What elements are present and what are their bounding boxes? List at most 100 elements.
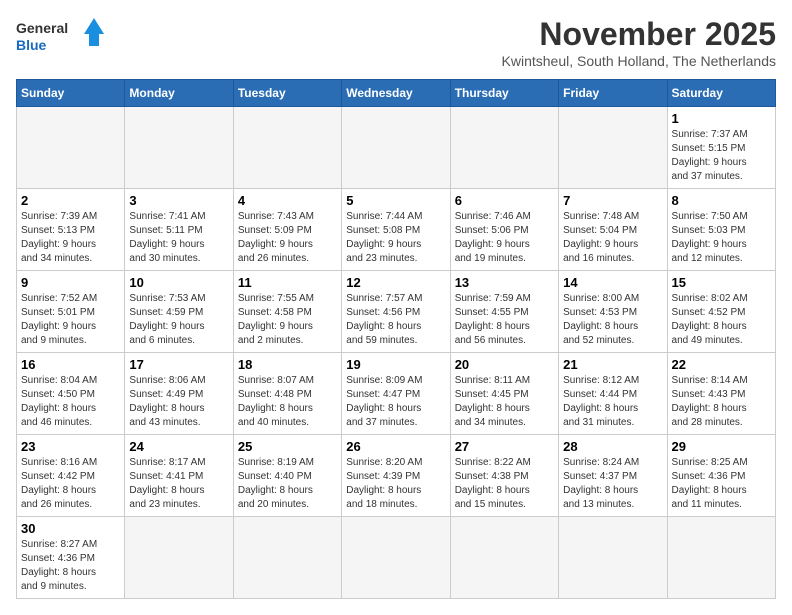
calendar-cell: 8Sunrise: 7:50 AM Sunset: 5:03 PM Daylig… [667,189,775,271]
day-number: 29 [672,439,771,454]
svg-text:General: General [16,20,68,36]
calendar-cell [342,517,450,599]
page-header: General Blue November 2025 Kwintsheul, S… [16,16,776,69]
day-number: 8 [672,193,771,208]
calendar-cell: 2Sunrise: 7:39 AM Sunset: 5:13 PM Daylig… [17,189,125,271]
day-info: Sunrise: 8:04 AM Sunset: 4:50 PM Dayligh… [21,374,120,430]
day-number: 17 [129,357,228,372]
weekday-header: Saturday [667,80,775,107]
calendar-week-row: 1 Sunrise: 7:37 AM Sunset: 5:15 PM Daylig… [17,107,776,189]
calendar-cell: 16 Sunrise: 8:04 AM Sunset: 4:50 PM Dayli… [17,353,125,435]
day-number: 30 [21,521,120,536]
day-info: Sunrise: 7:52 AM Sunset: 5:01 PM Dayligh… [21,292,120,348]
calendar-cell [559,107,667,189]
day-info: Sunrise: 7:55 AM Sunset: 4:58 PM Dayligh… [238,292,337,348]
day-number: 4 [238,193,337,208]
calendar-cell: 11 Sunrise: 7:55 AM Sunset: 4:58 PM Dayli… [233,271,341,353]
calendar-subtitle: Kwintsheul, South Holland, The Netherlan… [502,53,776,69]
day-number: 21 [563,357,662,372]
calendar-cell: 28 Sunrise: 8:24 AM Sunset: 4:37 PM Dayli… [559,435,667,517]
day-number: 25 [238,439,337,454]
calendar-cell [342,107,450,189]
day-info: Sunrise: 8:19 AM Sunset: 4:40 PM Dayligh… [238,456,337,512]
day-info: Sunrise: 8:07 AM Sunset: 4:48 PM Dayligh… [238,374,337,430]
calendar-cell: 19 Sunrise: 8:09 AM Sunset: 4:47 PM Dayli… [342,353,450,435]
calendar-cell [125,517,233,599]
calendar-cell: 17Sunrise: 8:06 AM Sunset: 4:49 PM Dayli… [125,353,233,435]
svg-text:Blue: Blue [16,37,47,53]
calendar-cell: 20 Sunrise: 8:11 AM Sunset: 4:45 PM Dayli… [450,353,558,435]
weekday-header: Sunday [17,80,125,107]
calendar-table: SundayMondayTuesdayWednesdayThursdayFrid… [16,79,776,599]
calendar-cell: 7Sunrise: 7:48 AM Sunset: 5:04 PM Daylig… [559,189,667,271]
calendar-week-row: 2Sunrise: 7:39 AM Sunset: 5:13 PM Daylig… [17,189,776,271]
day-number: 5 [346,193,445,208]
calendar-week-row: 9 Sunrise: 7:52 AM Sunset: 5:01 PM Daylig… [17,271,776,353]
weekday-header: Monday [125,80,233,107]
calendar-cell: 15Sunrise: 8:02 AM Sunset: 4:52 PM Dayli… [667,271,775,353]
day-info: Sunrise: 8:00 AM Sunset: 4:53 PM Dayligh… [563,292,662,348]
day-info: Sunrise: 7:41 AM Sunset: 5:11 PM Dayligh… [129,210,228,266]
calendar-cell: 4Sunrise: 7:43 AM Sunset: 5:09 PM Daylig… [233,189,341,271]
day-info: Sunrise: 7:37 AM Sunset: 5:15 PM Dayligh… [672,128,771,184]
calendar-cell: 24 Sunrise: 8:17 AM Sunset: 4:41 PM Dayli… [125,435,233,517]
day-info: Sunrise: 8:16 AM Sunset: 4:42 PM Dayligh… [21,456,120,512]
calendar-cell: 25 Sunrise: 8:19 AM Sunset: 4:40 PM Dayli… [233,435,341,517]
day-number: 1 [672,111,771,126]
calendar-cell: 13 Sunrise: 7:59 AM Sunset: 4:55 PM Dayli… [450,271,558,353]
day-info: Sunrise: 8:27 AM Sunset: 4:36 PM Dayligh… [21,538,120,594]
calendar-cell [17,107,125,189]
calendar-cell [450,517,558,599]
day-info: Sunrise: 7:53 AM Sunset: 4:59 PM Dayligh… [129,292,228,348]
day-number: 28 [563,439,662,454]
calendar-cell: 3 Sunrise: 7:41 AM Sunset: 5:11 PM Daylig… [125,189,233,271]
day-number: 13 [455,275,554,290]
calendar-cell: 1 Sunrise: 7:37 AM Sunset: 5:15 PM Daylig… [667,107,775,189]
calendar-cell: 14Sunrise: 8:00 AM Sunset: 4:53 PM Dayli… [559,271,667,353]
day-number: 19 [346,357,445,372]
day-number: 2 [21,193,120,208]
day-info: Sunrise: 8:09 AM Sunset: 4:47 PM Dayligh… [346,374,445,430]
day-number: 11 [238,275,337,290]
calendar-week-row: 30 Sunrise: 8:27 AM Sunset: 4:36 PM Dayli… [17,517,776,599]
weekday-header: Thursday [450,80,558,107]
day-info: Sunrise: 8:11 AM Sunset: 4:45 PM Dayligh… [455,374,554,430]
calendar-cell [450,107,558,189]
calendar-header-row: SundayMondayTuesdayWednesdayThursdayFrid… [17,80,776,107]
day-number: 22 [672,357,771,372]
calendar-week-row: 16 Sunrise: 8:04 AM Sunset: 4:50 PM Dayli… [17,353,776,435]
day-info: Sunrise: 8:17 AM Sunset: 4:41 PM Dayligh… [129,456,228,512]
calendar-cell: 21Sunrise: 8:12 AM Sunset: 4:44 PM Dayli… [559,353,667,435]
calendar-cell: 5 Sunrise: 7:44 AM Sunset: 5:08 PM Daylig… [342,189,450,271]
calendar-cell: 18Sunrise: 8:07 AM Sunset: 4:48 PM Dayli… [233,353,341,435]
day-number: 26 [346,439,445,454]
calendar-cell: 10 Sunrise: 7:53 AM Sunset: 4:59 PM Dayli… [125,271,233,353]
day-info: Sunrise: 7:59 AM Sunset: 4:55 PM Dayligh… [455,292,554,348]
calendar-cell: 23Sunrise: 8:16 AM Sunset: 4:42 PM Dayli… [17,435,125,517]
day-info: Sunrise: 8:24 AM Sunset: 4:37 PM Dayligh… [563,456,662,512]
day-info: Sunrise: 8:25 AM Sunset: 4:36 PM Dayligh… [672,456,771,512]
weekday-header: Friday [559,80,667,107]
calendar-cell: 22Sunrise: 8:14 AM Sunset: 4:43 PM Dayli… [667,353,775,435]
day-number: 6 [455,193,554,208]
calendar-cell: 29 Sunrise: 8:25 AM Sunset: 4:36 PM Dayli… [667,435,775,517]
day-number: 10 [129,275,228,290]
day-number: 20 [455,357,554,372]
day-number: 15 [672,275,771,290]
calendar-cell [233,107,341,189]
calendar-cell: 26Sunrise: 8:20 AM Sunset: 4:39 PM Dayli… [342,435,450,517]
calendar-cell: 9 Sunrise: 7:52 AM Sunset: 5:01 PM Daylig… [17,271,125,353]
day-number: 9 [21,275,120,290]
weekday-header: Tuesday [233,80,341,107]
calendar-cell: 12Sunrise: 7:57 AM Sunset: 4:56 PM Dayli… [342,271,450,353]
day-info: Sunrise: 8:22 AM Sunset: 4:38 PM Dayligh… [455,456,554,512]
day-info: Sunrise: 7:44 AM Sunset: 5:08 PM Dayligh… [346,210,445,266]
logo-svg: General Blue [16,16,106,56]
calendar-cell: 6Sunrise: 7:46 AM Sunset: 5:06 PM Daylig… [450,189,558,271]
day-number: 3 [129,193,228,208]
day-info: Sunrise: 7:48 AM Sunset: 5:04 PM Dayligh… [563,210,662,266]
day-number: 24 [129,439,228,454]
calendar-title: November 2025 [502,16,776,53]
day-number: 16 [21,357,120,372]
day-number: 12 [346,275,445,290]
